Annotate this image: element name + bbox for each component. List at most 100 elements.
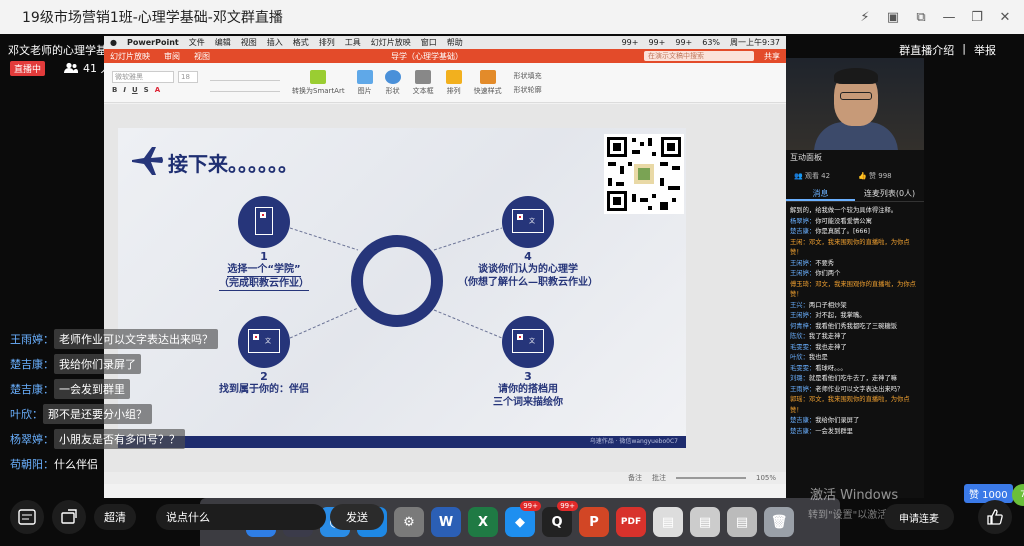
- shape-outline-button[interactable]: 形状轮廓: [514, 85, 542, 95]
- group-live-intro-link[interactable]: 群直播介绍: [899, 42, 954, 58]
- zoom-level: 105%: [755, 474, 776, 482]
- panel-messages: 解到的，给我做一个较为具体得注释。 杨翠婷：你可能没看爱情公寓 楚吉康：你是真腻…: [786, 202, 924, 437]
- node-label-3: 3 请你的搭档用 三个词来描绘你: [493, 370, 563, 408]
- menu-slideshow[interactable]: 幻灯片放映: [371, 37, 411, 48]
- panel-title: 互动面板: [790, 153, 822, 162]
- quick-style-button[interactable]: 快速样式: [474, 69, 502, 96]
- share-icon: [61, 509, 77, 524]
- comments-button[interactable]: 批注: [652, 473, 666, 483]
- mac-menubar: ● PowerPoint 文件 编辑 视图 插入 格式 排列 工具 幻灯片放映 …: [104, 36, 786, 49]
- chat-message: 苟朝阳：什么伴侣: [10, 458, 98, 471]
- ppt-titlebar: 幻灯片放映 审阅 视图 导学（心理学基础） 在演示文稿中搜索 共享: [104, 49, 786, 63]
- notes-button[interactable]: 备注: [628, 473, 642, 483]
- menu-help[interactable]: 帮助: [447, 37, 463, 48]
- dock-app-qq[interactable]: Q 99+: [542, 501, 578, 537]
- tab-messages[interactable]: 消息: [786, 186, 855, 201]
- dock-app-doc2[interactable]: ▤: [690, 507, 720, 537]
- notification-badge: 99+: [557, 501, 578, 511]
- menu-view[interactable]: 视图: [241, 37, 257, 48]
- send-button[interactable]: 发送: [330, 504, 384, 530]
- list-controls[interactable]: [210, 73, 280, 81]
- ribbon: 微软雅黑 18 B I U S A 转换为SmartArt 图片 形状 文本框 …: [104, 63, 786, 103]
- quality-select[interactable]: 超清: [94, 504, 136, 530]
- smartart-icon: [310, 69, 327, 84]
- flash-icon[interactable]: ⚡: [854, 6, 876, 28]
- strike-icon[interactable]: S: [144, 86, 149, 94]
- menu-insert[interactable]: 插入: [267, 37, 283, 48]
- apple-icon: ●: [110, 38, 117, 47]
- status-badge: 99+: [648, 38, 666, 47]
- clock: 周一上午9:37: [730, 38, 780, 47]
- picture-button[interactable]: 图片: [356, 69, 373, 96]
- textbox-button[interactable]: 文本框: [413, 69, 434, 96]
- presenter-webcam: [786, 58, 924, 150]
- menu-tools[interactable]: 工具: [345, 37, 361, 48]
- menu-arrange[interactable]: 排列: [319, 37, 335, 48]
- share-screen-button[interactable]: [52, 500, 86, 534]
- font-size-select[interactable]: 18: [178, 71, 198, 83]
- menu-format[interactable]: 格式: [293, 37, 309, 48]
- tab-slideshow[interactable]: 幻灯片放映: [110, 51, 150, 62]
- dock-app-settings[interactable]: ⚙: [394, 507, 424, 537]
- doc2-icon: ▤: [698, 514, 712, 530]
- minimize-icon[interactable]: —: [938, 6, 960, 28]
- avatar[interactable]: 7: [1012, 484, 1024, 506]
- slide-node-1: [238, 196, 290, 248]
- zoom-slider[interactable]: [675, 477, 746, 479]
- italic-icon[interactable]: I: [123, 86, 126, 94]
- quick-style-icon: [479, 69, 496, 84]
- underline-icon[interactable]: U: [132, 86, 138, 94]
- header-links: 群直播介绍 | 举报: [899, 42, 996, 58]
- panel-message: 叶欣：我也是: [790, 354, 828, 361]
- copy-window-icon[interactable]: ⧉: [910, 6, 932, 28]
- chat-message: 杨翠婷：小朋友是否有多问号？？: [10, 429, 250, 449]
- align-controls[interactable]: [210, 84, 280, 92]
- menubar-app[interactable]: PowerPoint: [127, 38, 179, 47]
- panel-viewers: 👥 观看 42: [794, 172, 831, 180]
- subtitles-icon: [18, 509, 36, 525]
- chat-input[interactable]: 说点什么: [156, 504, 326, 530]
- pdf-icon: PDF: [620, 517, 642, 527]
- apply-mic-button[interactable]: 申请连麦: [884, 504, 954, 530]
- smartart-button[interactable]: 转换为SmartArt: [292, 69, 345, 96]
- dock-app-word[interactable]: W: [431, 507, 461, 537]
- font-family-select[interactable]: 微软雅黑: [112, 71, 174, 83]
- menu-window[interactable]: 窗口: [421, 37, 437, 48]
- panel-message: 王闲：邓文，我来围观你的直播啦，为你点赞！: [790, 238, 910, 257]
- bold-icon[interactable]: B: [112, 86, 117, 94]
- chat-message: 叶欣：那不是还要分小组？: [10, 404, 250, 424]
- word-icon: W: [438, 514, 454, 530]
- tab-mic-list[interactable]: 连麦列表(0人): [855, 186, 924, 201]
- dock-app-feishu[interactable]: ◆ 99+: [505, 501, 541, 537]
- close-icon[interactable]: ✕: [994, 6, 1016, 28]
- menu-file[interactable]: 文件: [189, 37, 205, 48]
- restore-icon[interactable]: ❐: [966, 6, 988, 28]
- dock-app-trash[interactable]: 🗑: [764, 507, 794, 537]
- ppt-search-input[interactable]: 在演示文稿中搜索: [644, 51, 754, 61]
- shape-button[interactable]: 形状: [384, 69, 401, 96]
- dock-app-powerpoint[interactable]: P: [579, 507, 609, 537]
- report-link[interactable]: 举报: [974, 42, 996, 58]
- pip-icon[interactable]: ▣: [882, 6, 904, 28]
- tab-review[interactable]: 审阅: [164, 51, 180, 62]
- chat-message: 王雨婷：老师作业可以文字表达出来吗？: [10, 329, 250, 349]
- dock-app-excel[interactable]: X: [468, 507, 498, 537]
- font-color-icon[interactable]: A: [155, 86, 160, 94]
- menu-edit[interactable]: 编辑: [215, 37, 231, 48]
- subtitles-button[interactable]: [10, 500, 44, 534]
- panel-message: 王雨婷：老师作业可以文字表达出来吗？: [790, 385, 904, 393]
- arrange-button[interactable]: 排列: [445, 69, 462, 96]
- panel-message: 王闲婷：不要秀: [790, 259, 835, 267]
- tab-view[interactable]: 视图: [194, 51, 210, 62]
- dock-app-doc1[interactable]: ▤: [653, 507, 683, 537]
- panel-message: 楚吉康：一会发到群里: [790, 427, 853, 435]
- dock-app-pdf[interactable]: PDF: [616, 507, 646, 537]
- picture-icon: [356, 69, 373, 84]
- settings-icon: ⚙: [403, 514, 415, 530]
- dock-app-doc3[interactable]: ▤: [727, 507, 757, 537]
- share-button[interactable]: 共享: [764, 51, 780, 62]
- chat-message: 楚吉康：一会发到群里: [10, 379, 250, 399]
- like-button[interactable]: [978, 500, 1012, 534]
- shape-fill-button[interactable]: 形状填充: [514, 71, 542, 81]
- document-icon: [255, 207, 273, 235]
